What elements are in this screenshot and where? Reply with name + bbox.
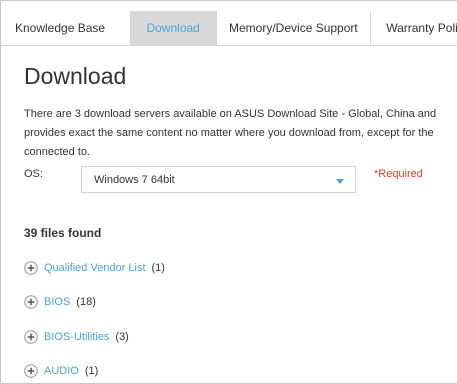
expand-plus-icon[interactable] <box>24 330 38 344</box>
expand-plus-icon[interactable] <box>24 261 38 275</box>
category-bios[interactable]: BIOS (18) <box>24 293 96 311</box>
tab-memory-device-support[interactable]: Memory/Device Support <box>217 11 372 45</box>
chevron-down-icon <box>336 179 344 184</box>
os-select[interactable]: Windows 7 64bit <box>81 166 356 193</box>
support-tabs: Knowledge Base Download Memory/Device Su… <box>1 11 457 46</box>
download-description: There are 3 download servers available o… <box>24 105 457 162</box>
category-count: (3) <box>115 331 129 343</box>
category-name[interactable]: AUDIO <box>44 365 79 377</box>
expand-plus-icon[interactable] <box>24 364 38 378</box>
category-count: (1) <box>84 365 99 377</box>
category-audio[interactable]: AUDIO (1) <box>24 362 98 380</box>
category-name[interactable]: BIOS <box>44 296 70 308</box>
description-line: connected to. <box>24 146 91 158</box>
os-select-value: Windows 7 64bit <box>94 174 175 186</box>
category-count: (1) <box>151 262 165 274</box>
support-panel: Knowledge Base Download Memory/Device Su… <box>0 0 457 384</box>
description-line: There are 3 download servers available o… <box>24 108 437 120</box>
required-note: *Required <box>374 168 423 180</box>
category-bios-utilities[interactable]: BIOS-Utilities (3) <box>24 328 129 346</box>
tab-warranty-policy[interactable]: Warranty Poli <box>371 11 457 45</box>
files-found-count: 39 files found <box>24 226 102 240</box>
expand-plus-icon[interactable] <box>24 295 38 309</box>
page-title: Download <box>24 63 127 89</box>
tab-knowledge-base[interactable]: Knowledge Base <box>1 11 131 45</box>
os-label: OS: <box>24 168 43 180</box>
description-line: provides exact the same content no matte… <box>24 127 434 139</box>
category-count: (18) <box>76 296 96 308</box>
tab-download[interactable]: Download <box>130 11 217 45</box>
category-name[interactable]: BIOS-Utilities <box>44 331 109 343</box>
category-qualified-vendor-list[interactable]: Qualified Vendor List (1) <box>24 259 165 277</box>
category-name[interactable]: Qualified Vendor List <box>44 262 146 274</box>
